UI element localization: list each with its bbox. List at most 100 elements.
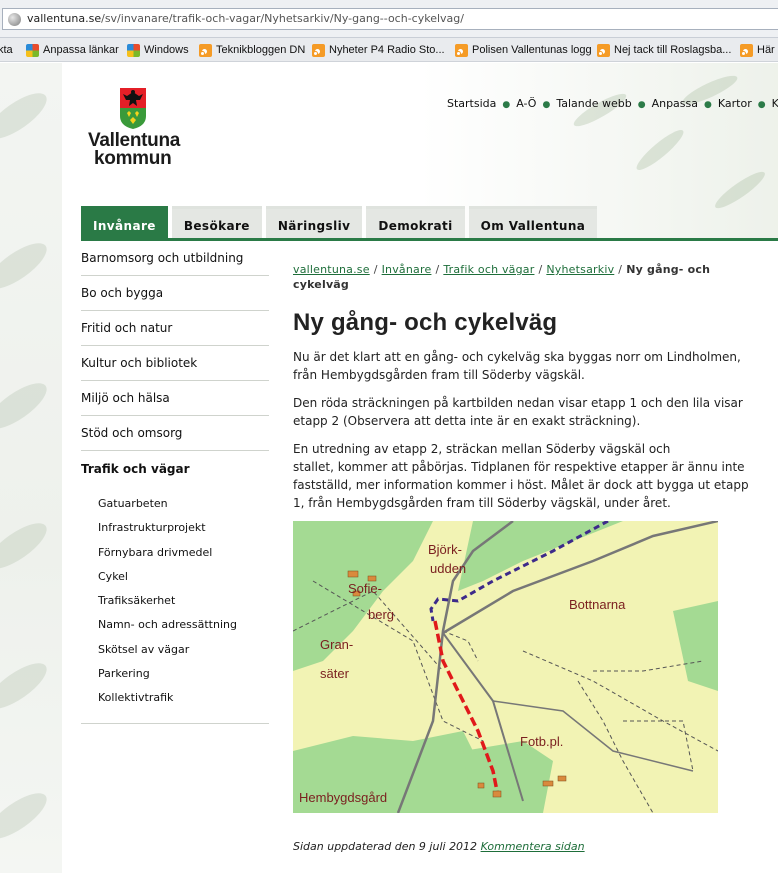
bookmark-item[interactable]: Polisen Vallentunas logg <box>455 38 592 61</box>
sidebar-item-stod[interactable]: Stöd och omsorg <box>81 416 269 451</box>
article-paragraph-3: En utredning av etapp 2, sträckan mellan… <box>293 440 773 512</box>
breadcrumb-separator: / <box>618 263 623 276</box>
topnav-kontakt[interactable]: Ko <box>772 97 778 110</box>
rss-icon <box>312 43 325 57</box>
sidebar-item-kultur[interactable]: Kultur och bibliotek <box>81 346 269 381</box>
rss-icon <box>740 43 753 57</box>
route-map-image[interactable]: Björk- udden Sofie- berg Bottnarna Gran-… <box>293 521 718 813</box>
bookmark-item[interactable]: Windows <box>127 38 189 61</box>
breadcrumb-link-trafik[interactable]: Trafik och vägar <box>443 263 534 276</box>
text-line: från Hembygdsgården fram till Söderby vä… <box>293 368 585 382</box>
bookmark-label: Nej tack till Roslagsba... <box>614 44 732 56</box>
subnav-infrastruktur[interactable]: Infrastrukturprojekt <box>98 516 269 540</box>
map-label-hembygdsgard: Hembygdsgård <box>299 790 387 805</box>
bookmark-label: Nyheter P4 Radio Sto... <box>329 44 445 56</box>
map-label-fotbollsplan: Fotb.pl. <box>520 734 563 749</box>
url-path: /sv/invanare/trafik-och-vagar/Nyhetsarki… <box>101 12 464 25</box>
subnav-skotsel[interactable]: Skötsel av vägar <box>98 638 269 662</box>
map-label-gransater-1: Gran- <box>320 637 353 652</box>
rss-icon <box>199 43 212 57</box>
topnav-a-o[interactable]: A-Ö <box>516 97 536 110</box>
bookmark-item[interactable]: Anpassa länkar <box>26 38 119 61</box>
tab-invanare[interactable]: Invånare <box>81 206 168 240</box>
bookmark-label: Teknikbloggen DN <box>216 44 306 56</box>
tab-demokrati[interactable]: Demokrati <box>366 206 465 240</box>
bullet-icon: ● <box>704 100 712 110</box>
breadcrumb: vallentuna.se / Invånare / Trafik och vägar /… <box>293 262 778 292</box>
sidebar-item-miljo[interactable]: Miljö och hälsa <box>81 381 269 416</box>
article-paragraph-1: Nu är det klart att en gång- och cykelvä… <box>293 348 773 384</box>
tab-besokare[interactable]: Besökare <box>171 206 262 240</box>
bookmark-item[interactable]: Teknikbloggen DN <box>199 38 306 61</box>
bookmark-item[interactable]: Här <box>740 38 775 61</box>
sidebar-subnav: Gatuarbeten Infrastrukturprojekt Förnyba… <box>81 486 269 724</box>
text-line: 1, från Hembygdsgården fram till Söderby… <box>293 496 671 510</box>
bookmark-item[interactable]: Nej tack till Roslagsba... <box>597 38 732 61</box>
rss-icon <box>597 43 610 57</box>
map-label-gransater-2: säter <box>320 666 350 681</box>
bullet-icon: ● <box>757 100 766 110</box>
bullet-icon: ● <box>502 100 511 110</box>
browser-toolbar: vallentuna.se/sv/invanare/trafik-och-vag… <box>0 0 778 38</box>
tab-naringsliv[interactable]: Näringsliv <box>265 206 363 240</box>
breadcrumb-link-home[interactable]: vallentuna.se <box>293 263 370 276</box>
comment-page-link[interactable]: Kommentera sidan <box>481 840 585 853</box>
tab-om-vallentuna[interactable]: Om Vallentuna <box>468 206 598 240</box>
topnav-anpassa[interactable]: Anpassa <box>652 97 698 110</box>
subnav-parkering[interactable]: Parkering <box>98 662 269 686</box>
topnav-talande-webb[interactable]: Talande webb <box>556 97 631 110</box>
bookmarks-bar: kta Anpassa länkar Windows Teknikbloggen… <box>0 38 778 62</box>
bookmark-label: Anpassa länkar <box>43 44 119 56</box>
text-line: etapp 2 (Observera att detta inte är en … <box>293 414 641 428</box>
sidebar-item-fritid[interactable]: Fritid och natur <box>81 311 269 346</box>
breadcrumb-link-nyhetsarkiv[interactable]: Nyhetsarkiv <box>546 263 614 276</box>
address-bar[interactable]: vallentuna.se/sv/invanare/trafik-och-vag… <box>2 8 778 30</box>
topnav-kartor[interactable]: Kartor <box>718 97 752 110</box>
logo-line2: kommun <box>94 148 172 169</box>
sidebar-item-barnomsorg[interactable]: Barnomsorg och utbildning <box>81 241 269 276</box>
breadcrumb-separator: / <box>435 263 440 276</box>
subnav-cykel[interactable]: Cykel <box>98 565 269 589</box>
breadcrumb-current: Ny gång- och <box>626 263 711 276</box>
text-line: Nu är det klart att en gång- och cykelvä… <box>293 350 741 364</box>
breadcrumb-separator: / <box>538 263 543 276</box>
main-tabs: Invånare Besökare Näringsliv Demokrati O… <box>81 206 598 240</box>
subnav-kollektivtrafik[interactable]: Kollektivtrafik <box>98 686 269 710</box>
text-line: fastställd, mer information kommer i hös… <box>293 478 749 492</box>
bookmark-item[interactable]: kta <box>0 38 13 61</box>
last-updated: Sidan uppdaterad den 9 juli 2012 Komment… <box>293 840 585 853</box>
bookmark-item[interactable]: Nyheter P4 Radio Sto... <box>312 38 445 61</box>
text-line: Den röda sträckningen på kartbilden neda… <box>293 396 743 410</box>
windows-icon <box>127 43 140 57</box>
top-navigation: Startsida ● A-Ö ● Talande webb ● Anpassa ● Karto… <box>447 97 778 110</box>
map-label-bottnarna: Bottnarna <box>569 597 626 612</box>
bookmark-label: Polisen Vallentunas logg <box>472 44 592 56</box>
sidebar-nav: Barnomsorg och utbildning Bo och bygga F… <box>81 241 269 724</box>
url-host: vallentuna.se <box>27 12 102 25</box>
subnav-gatuarbeten[interactable]: Gatuarbeten <box>98 492 269 516</box>
subnav-trafiksakerhet[interactable]: Trafiksäkerhet <box>98 589 269 613</box>
sidebar-item-bo-och-bygga[interactable]: Bo och bygga <box>81 276 269 311</box>
map-label-bjorkudden-2: udden <box>430 561 466 576</box>
map-label-bjorkudden-1: Björk- <box>428 542 462 557</box>
left-decoration <box>0 63 62 873</box>
topnav-startsida[interactable]: Startsida <box>447 97 496 110</box>
coat-of-arms-logo[interactable] <box>118 86 148 130</box>
bookmark-label: Windows <box>144 44 189 56</box>
map-label-sofieberg-2: berg <box>368 607 394 622</box>
breadcrumb-separator: / <box>373 263 378 276</box>
sidebar-item-trafik[interactable]: Trafik och vägar <box>81 451 269 486</box>
site-logo[interactable]: Vallentuna kommun <box>88 131 180 169</box>
bookmark-label: kta <box>0 44 13 56</box>
subnav-namn-adress[interactable]: Namn- och adressättning <box>98 613 269 637</box>
article-paragraph-2: Den röda sträckningen på kartbilden neda… <box>293 394 773 430</box>
windows-icon <box>26 43 39 57</box>
globe-icon <box>8 13 21 26</box>
breadcrumb-current-cont: cykelväg <box>293 278 350 291</box>
breadcrumb-link-invanare[interactable]: Invånare <box>382 263 432 276</box>
rss-icon <box>455 43 468 57</box>
text-line: stallet, kommer att påbörjas. Tidplanen … <box>293 460 745 474</box>
map-label-sofieberg-1: Sofie- <box>348 581 382 596</box>
subnav-fornybara[interactable]: Förnybara drivmedel <box>98 541 269 565</box>
bookmark-label: Här <box>757 44 775 56</box>
